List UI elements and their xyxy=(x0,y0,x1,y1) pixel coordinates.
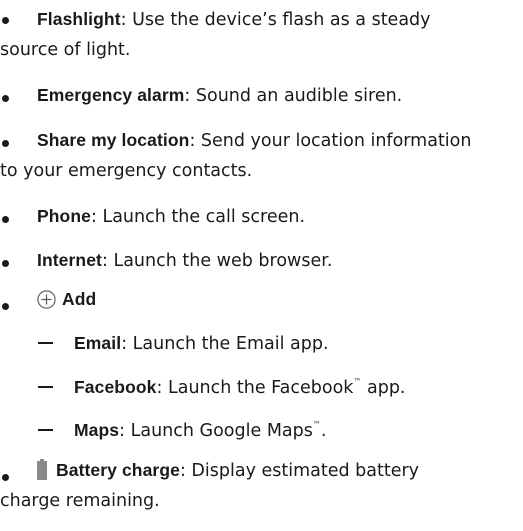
bullet xyxy=(2,474,9,481)
item-description: Launch the Email app. xyxy=(132,334,329,354)
item-term: Add xyxy=(62,289,97,309)
item-term: Internet xyxy=(37,250,102,270)
item-term: Share my location xyxy=(37,130,190,150)
dash-marker xyxy=(38,386,53,388)
feature-list: Flashlight: Use the device’s flash as a … xyxy=(0,0,523,531)
item-separator: : xyxy=(119,421,131,441)
item-separator: : xyxy=(184,86,196,106)
item-description: Use the device’s flash as a steady xyxy=(132,10,431,30)
item-description: Launch the call screen. xyxy=(102,207,306,227)
trademark-symbol: ™ xyxy=(353,377,362,386)
item-separator: : xyxy=(120,10,133,30)
item-term: Facebook xyxy=(74,377,157,397)
item-term: Maps xyxy=(74,420,120,440)
item-separator: : xyxy=(189,131,201,151)
item-term: Flashlight xyxy=(37,9,121,29)
bullet xyxy=(2,303,9,310)
item-description-end: . xyxy=(320,421,327,441)
item-description: Launch Google Maps xyxy=(130,421,313,441)
plus-circle-icon xyxy=(37,289,56,309)
item-description-continued: to your emergency contacts. xyxy=(0,161,253,181)
item-separator: : xyxy=(121,334,133,354)
item-description-continued: source of light. xyxy=(0,40,131,60)
item-description-end: app. xyxy=(361,378,406,398)
item-description: Send your location information xyxy=(200,131,472,151)
item-term: Phone xyxy=(37,206,91,226)
item-separator: : xyxy=(101,251,114,271)
item-description: Launch the web browser. xyxy=(113,251,333,271)
item-description: Display estimated battery xyxy=(191,461,420,481)
battery-icon xyxy=(37,458,47,480)
bullet xyxy=(2,95,9,102)
item-term: Email xyxy=(74,333,122,353)
item-description-continued: charge remaining. xyxy=(0,491,160,511)
item-description: Launch the Facebook xyxy=(167,378,354,398)
item-separator: : xyxy=(156,378,168,398)
item-description: Sound an audible siren. xyxy=(195,86,403,106)
item-separator: : xyxy=(90,207,103,227)
item-term: Battery charge xyxy=(56,460,180,480)
dash-marker xyxy=(38,429,53,431)
dash-marker xyxy=(38,342,53,344)
bullet xyxy=(2,260,9,267)
item-separator: : xyxy=(179,461,192,481)
bullet xyxy=(2,17,9,24)
trademark-symbol: ™ xyxy=(312,420,321,429)
bullet xyxy=(2,140,9,147)
item-term: Emergency alarm xyxy=(37,85,185,105)
bullet xyxy=(2,216,9,223)
